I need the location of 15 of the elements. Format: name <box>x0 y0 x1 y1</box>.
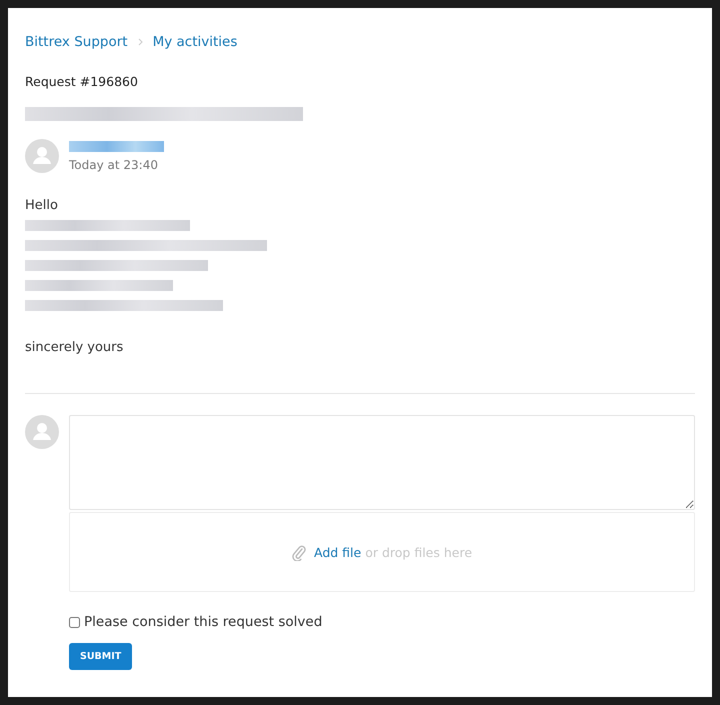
solved-checkbox[interactable] <box>69 616 80 628</box>
checkbox-label: Please consider this request solved <box>84 614 322 630</box>
request-number: Request #196860 <box>25 74 139 89</box>
add-file-link[interactable]: Add file <box>314 544 362 560</box>
submit-button[interactable]: SUBMIT <box>69 643 132 670</box>
comment-text: sincerely yours <box>25 338 124 356</box>
chevron-icon <box>138 38 143 46</box>
avatar-icon <box>25 415 59 449</box>
paperclip-icon <box>292 544 306 560</box>
avatar-icon <box>25 139 59 173</box>
breadcrumb-link[interactable]: Bittrex Support <box>25 34 128 50</box>
reply-field[interactable] <box>69 415 695 510</box>
comment-time: Today at 23:40 <box>69 158 159 172</box>
breadcrumb-link[interactable]: My activities <box>152 34 238 50</box>
comment-text: Hello <box>25 196 59 214</box>
